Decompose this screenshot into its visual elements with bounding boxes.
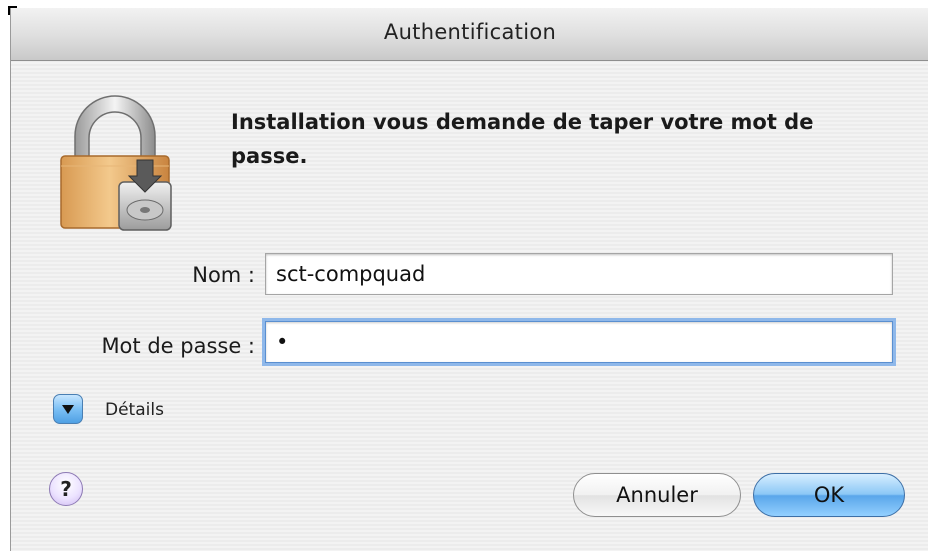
ok-button[interactable]: OK xyxy=(753,473,905,517)
window-title: Authentification xyxy=(383,20,557,44)
password-field[interactable]: • xyxy=(265,321,893,363)
details-disclosure-button[interactable] xyxy=(53,394,83,424)
dialog-message: Installation vous demande de taper votre… xyxy=(231,110,814,168)
cancel-button[interactable]: Annuler xyxy=(573,473,741,517)
authentication-dialog: Authentification Installation vous deman… xyxy=(10,8,928,551)
password-label: Mot de passe : xyxy=(101,334,255,358)
lock-icon xyxy=(60,95,172,231)
name-label: Nom : xyxy=(192,263,255,287)
details-label[interactable]: Détails xyxy=(105,400,164,420)
help-button[interactable]: ? xyxy=(49,472,83,506)
name-field[interactable]: sct-compquad xyxy=(265,253,893,295)
disclosure-triangle-down-icon xyxy=(62,405,74,414)
window-titlebar[interactable]: Authentification xyxy=(11,8,928,61)
